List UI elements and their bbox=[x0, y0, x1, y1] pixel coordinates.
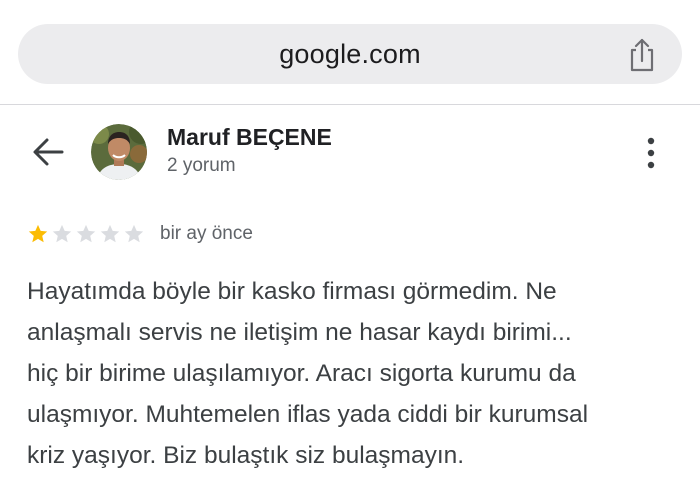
review-date: bir ay önce bbox=[160, 223, 253, 244]
star-empty-icon bbox=[100, 224, 120, 243]
star-rating bbox=[27, 223, 145, 247]
review-count[interactable]: 2 yorum bbox=[167, 155, 236, 177]
review-text: Hayatımda böyle bir kasko firması görmed… bbox=[27, 271, 687, 476]
review-text-line: Hayatımda böyle bir kasko firması görmed… bbox=[27, 278, 557, 305]
star-empty-icon bbox=[124, 224, 144, 243]
browser-top-bar: google.com bbox=[0, 0, 700, 105]
star-filled-icon bbox=[28, 224, 48, 243]
star-empty-icon bbox=[52, 224, 72, 243]
address-bar[interactable]: google.com bbox=[18, 24, 682, 84]
more-vertical-icon[interactable] bbox=[640, 135, 662, 171]
star-empty-icon bbox=[76, 224, 96, 243]
reviewer-name[interactable]: Maruf BEÇENE bbox=[167, 124, 332, 151]
review-text-line: hiç bir birime ulaşılamıyor. Aracı sigor… bbox=[27, 360, 576, 387]
address-text[interactable]: google.com bbox=[18, 24, 682, 84]
review-text-line: anlaşmalı servis ne iletişim ne hasar ka… bbox=[27, 319, 572, 346]
review-text-line: kriz yaşıyor. Biz bulaştık siz bulaşmayı… bbox=[27, 442, 465, 469]
avatar[interactable] bbox=[91, 124, 147, 180]
share-icon[interactable] bbox=[626, 38, 658, 72]
page: google.com Maruf BEÇENE 2 yorum bir ay ö… bbox=[0, 0, 700, 499]
arrow-left-icon[interactable] bbox=[30, 134, 70, 170]
review-text-line: ulaşmıyor. Muhtemelen iflas yada ciddi b… bbox=[27, 401, 589, 428]
